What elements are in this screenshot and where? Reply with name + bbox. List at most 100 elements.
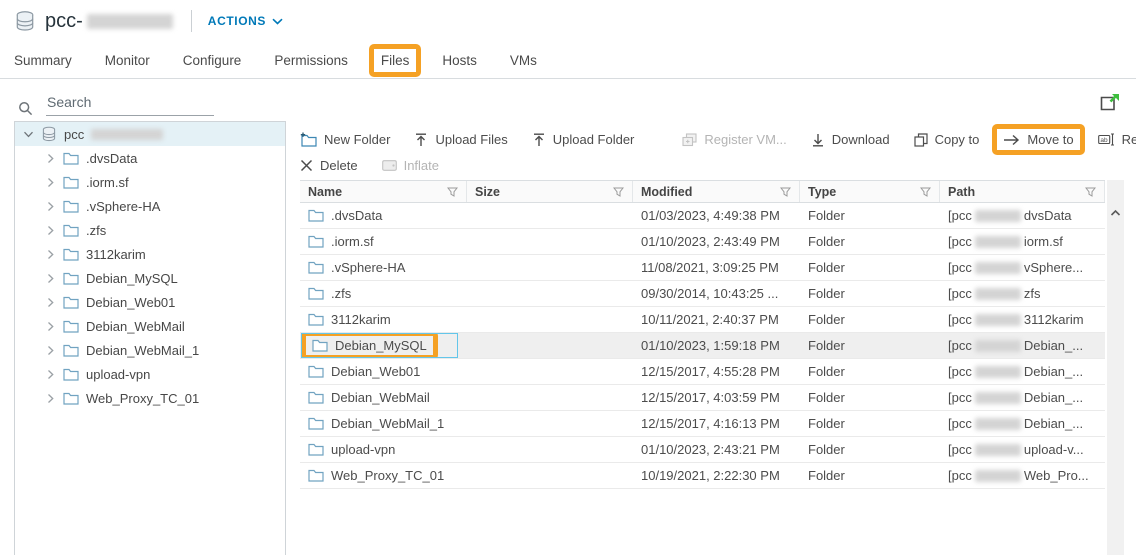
filter-icon[interactable] bbox=[1085, 187, 1096, 197]
search-input[interactable] bbox=[46, 92, 214, 116]
svg-text:ab: ab bbox=[1100, 137, 1108, 144]
copy-to-button[interactable]: Copy to bbox=[914, 132, 980, 147]
file-name-cell[interactable]: 3112karim bbox=[300, 307, 467, 332]
move-to-button[interactable]: Move to bbox=[1003, 132, 1073, 147]
file-name-cell[interactable]: .dvsData bbox=[300, 203, 467, 228]
header-divider bbox=[191, 10, 192, 32]
table-row[interactable]: upload-vpn 01/10/2023, 2:43:21 PM Folder… bbox=[300, 437, 1105, 463]
file-modified: 12/15/2017, 4:03:59 PM bbox=[633, 385, 800, 410]
column-header-modified[interactable]: Modified bbox=[633, 181, 800, 202]
file-name: .dvsData bbox=[331, 208, 382, 223]
tree-root-datastore[interactable]: pcc bbox=[15, 122, 285, 146]
file-name-cell[interactable]: Debian_WebMail_1 bbox=[300, 411, 467, 436]
chevron-right-icon[interactable] bbox=[45, 297, 56, 308]
folder-icon bbox=[63, 200, 79, 213]
register-vm-label: Register VM... bbox=[704, 132, 786, 147]
inflate-button: Inflate bbox=[382, 158, 439, 173]
file-modified: 01/10/2023, 1:59:18 PM bbox=[633, 333, 800, 358]
window-header: pcc- ACTIONS bbox=[0, 0, 1136, 42]
tree-item-label: Debian_MySQL bbox=[86, 271, 178, 286]
tree-item-zfs[interactable]: .zfs bbox=[15, 218, 285, 242]
column-header-type[interactable]: Type bbox=[800, 181, 940, 202]
download-button[interactable]: Download bbox=[811, 132, 890, 147]
tree-item-debian-webmail-1[interactable]: Debian_WebMail_1 bbox=[15, 338, 285, 362]
file-type: Folder bbox=[800, 333, 940, 358]
redacted-path-text bbox=[975, 288, 1021, 300]
chevron-down-icon[interactable] bbox=[23, 129, 34, 140]
upload-folder-button[interactable]: Upload Folder bbox=[532, 132, 635, 147]
file-path: [pccWeb_Pro... bbox=[940, 463, 1105, 488]
tab-bar: Summary Monitor Configure Permissions Fi… bbox=[0, 42, 1136, 79]
file-name: Debian_Web01 bbox=[331, 364, 420, 379]
file-name-cell[interactable]: .zfs bbox=[300, 281, 467, 306]
tree-item-debian-web01[interactable]: Debian_Web01 bbox=[15, 290, 285, 314]
tree-item-dvsdata[interactable]: .dvsData bbox=[15, 146, 285, 170]
file-name-cell[interactable]: upload-vpn bbox=[300, 437, 467, 462]
table-row[interactable]: .dvsData 01/03/2023, 4:49:38 PM Folder [… bbox=[300, 203, 1105, 229]
file-name-cell[interactable]: Debian_WebMail bbox=[300, 385, 467, 410]
tab-configure[interactable]: Configure bbox=[183, 53, 242, 68]
tab-hosts[interactable]: Hosts bbox=[442, 53, 477, 68]
file-type: Folder bbox=[800, 411, 940, 436]
filter-icon[interactable] bbox=[780, 187, 791, 197]
tree-item-web-proxy-tc-01[interactable]: Web_Proxy_TC_01 bbox=[15, 386, 285, 410]
tree-item-debian-mysql[interactable]: Debian_MySQL bbox=[15, 266, 285, 290]
actions-menu-button[interactable]: ACTIONS bbox=[208, 14, 283, 28]
chevron-right-icon[interactable] bbox=[45, 273, 56, 284]
tab-monitor[interactable]: Monitor bbox=[105, 53, 150, 68]
chevron-right-icon[interactable] bbox=[45, 177, 56, 188]
vertical-scrollbar[interactable] bbox=[1107, 180, 1124, 555]
column-header-path[interactable]: Path bbox=[940, 181, 1105, 202]
table-row-selected[interactable]: Debian_MySQL 01/10/2023, 1:59:18 PM Fold… bbox=[300, 333, 1105, 359]
chevron-right-icon[interactable] bbox=[45, 393, 56, 404]
filter-icon[interactable] bbox=[447, 187, 458, 197]
file-size bbox=[467, 385, 633, 410]
delete-button[interactable]: Delete bbox=[300, 158, 358, 173]
file-name-cell[interactable]: .vSphere-HA bbox=[300, 255, 467, 280]
tree-item-debian-webmail[interactable]: Debian_WebMail bbox=[15, 314, 285, 338]
scroll-up-icon[interactable] bbox=[1110, 209, 1121, 217]
table-row[interactable]: 3112karim 10/11/2021, 2:40:37 PM Folder … bbox=[300, 307, 1105, 333]
open-in-new-window-icon[interactable] bbox=[1100, 94, 1120, 111]
rename-to-button[interactable]: ab Rename to bbox=[1098, 132, 1136, 147]
table-row[interactable]: Web_Proxy_TC_01 10/19/2021, 2:22:30 PM F… bbox=[300, 463, 1105, 489]
tab-files[interactable]: Files bbox=[381, 53, 410, 68]
tab-summary[interactable]: Summary bbox=[14, 53, 72, 68]
chevron-right-icon[interactable] bbox=[45, 153, 56, 164]
tab-vms[interactable]: VMs bbox=[510, 53, 537, 68]
file-name-cell[interactable]: Debian_Web01 bbox=[300, 359, 467, 384]
chevron-right-icon[interactable] bbox=[45, 321, 56, 332]
column-header-name[interactable]: Name bbox=[300, 181, 467, 202]
file-name-cell[interactable]: Web_Proxy_TC_01 bbox=[300, 463, 467, 488]
chevron-right-icon[interactable] bbox=[45, 345, 56, 356]
chevron-right-icon[interactable] bbox=[45, 249, 56, 260]
tree-item-upload-vpn[interactable]: upload-vpn bbox=[15, 362, 285, 386]
file-path: [pccDebian_... bbox=[940, 411, 1105, 436]
download-icon bbox=[811, 133, 825, 147]
table-row[interactable]: Debian_Web01 12/15/2017, 4:55:28 PM Fold… bbox=[300, 359, 1105, 385]
filter-icon[interactable] bbox=[920, 187, 931, 197]
table-row[interactable]: .vSphere-HA 11/08/2021, 3:09:25 PM Folde… bbox=[300, 255, 1105, 281]
filter-icon[interactable] bbox=[613, 187, 624, 197]
table-row[interactable]: Debian_WebMail 12/15/2017, 4:03:59 PM Fo… bbox=[300, 385, 1105, 411]
column-header-size[interactable]: Size bbox=[467, 181, 633, 202]
new-folder-button[interactable]: New Folder bbox=[300, 132, 390, 147]
folder-icon bbox=[308, 235, 324, 248]
chevron-right-icon[interactable] bbox=[45, 225, 56, 236]
file-name-cell[interactable]: Debian_MySQL bbox=[300, 333, 467, 358]
tree-item-vsphere-ha[interactable]: .vSphere-HA bbox=[15, 194, 285, 218]
tab-permissions[interactable]: Permissions bbox=[274, 53, 348, 68]
table-row[interactable]: .iorm.sf 01/10/2023, 2:43:49 PM Folder [… bbox=[300, 229, 1105, 255]
file-path: [pccdvsData bbox=[940, 203, 1105, 228]
tree-item-iorm-sf[interactable]: .iorm.sf bbox=[15, 170, 285, 194]
tree-item-3112karim[interactable]: 3112karim bbox=[15, 242, 285, 266]
file-size bbox=[467, 437, 633, 462]
file-modified: 01/03/2023, 4:49:38 PM bbox=[633, 203, 800, 228]
upload-files-button[interactable]: Upload Files bbox=[414, 132, 507, 147]
disk-icon bbox=[382, 160, 397, 171]
chevron-right-icon[interactable] bbox=[45, 201, 56, 212]
table-row[interactable]: Debian_WebMail_1 12/15/2017, 4:16:13 PM … bbox=[300, 411, 1105, 437]
file-name-cell[interactable]: .iorm.sf bbox=[300, 229, 467, 254]
table-row[interactable]: .zfs 09/30/2014, 10:43:25 ... Folder [pc… bbox=[300, 281, 1105, 307]
chevron-right-icon[interactable] bbox=[45, 369, 56, 380]
